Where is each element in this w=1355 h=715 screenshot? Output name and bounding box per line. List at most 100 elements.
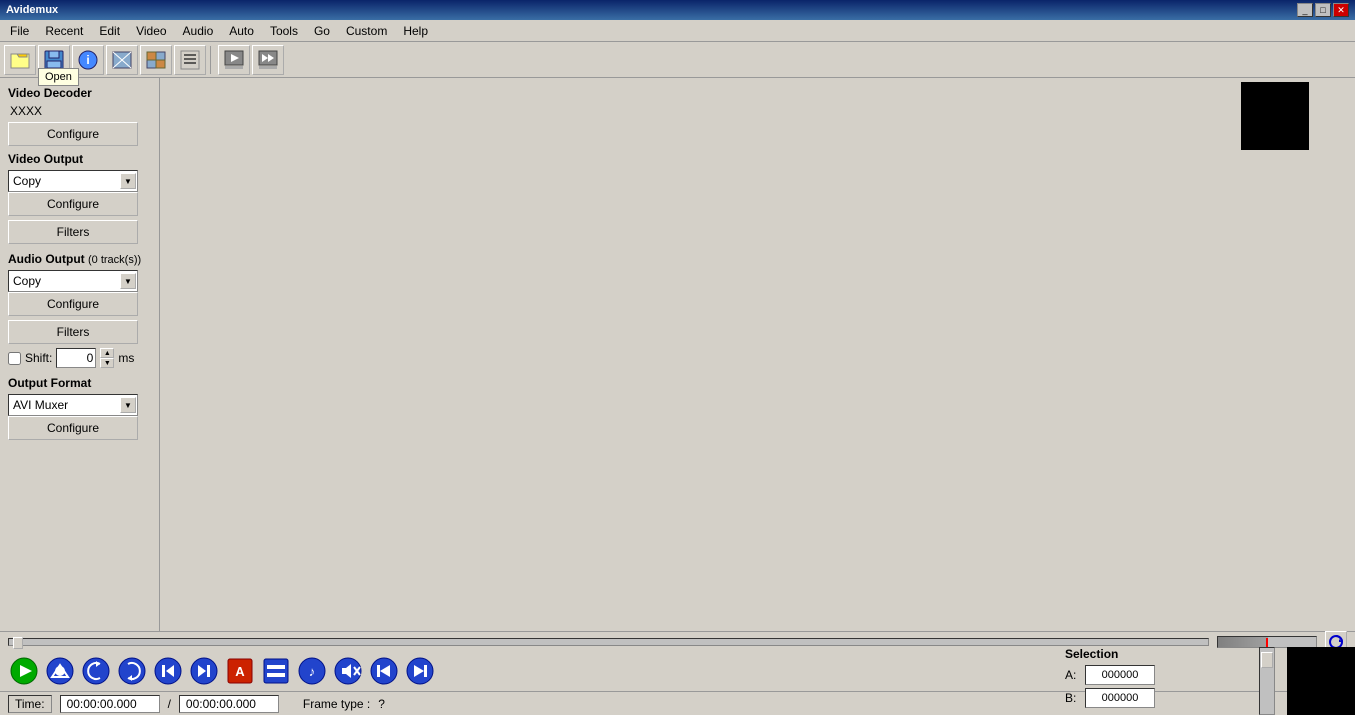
svg-text:i: i	[86, 53, 89, 67]
video-decoder-configure-button[interactable]: Configure	[8, 122, 138, 146]
menu-bar: File Recent Edit Video Audio Auto Tools …	[0, 20, 1355, 42]
selection-a-field[interactable]	[1085, 665, 1155, 685]
audio-output-configure-button[interactable]: Configure	[8, 292, 138, 316]
window-controls: _ □ ✕	[1297, 3, 1349, 17]
mute-icon	[334, 657, 362, 685]
output-format-dropdown[interactable]: AVI Muxer MKV Muxer MP4 Muxer OGM Muxer	[8, 394, 138, 416]
audio-output-dropdown[interactable]: Copy AAC MP3 AC3 Vorbis	[8, 270, 138, 292]
video-decoder-label: Video Decoder	[8, 86, 151, 100]
maximize-button[interactable]: □	[1315, 3, 1331, 17]
menu-audio[interactable]: Audio	[175, 22, 222, 40]
selection-b-label: B:	[1065, 691, 1081, 705]
next-frame-button[interactable]	[404, 656, 436, 686]
preview-play-icon	[223, 49, 245, 71]
selection-title: Selection	[1065, 647, 1185, 661]
preview-forward-icon	[257, 49, 279, 71]
right-preview-panel	[1195, 78, 1355, 715]
menu-auto[interactable]: Auto	[221, 22, 262, 40]
rewind-icon	[82, 657, 110, 685]
output-format-configure-button[interactable]: Configure	[8, 416, 138, 440]
volume-marker	[1266, 638, 1268, 648]
forward-button[interactable]	[116, 656, 148, 686]
menu-custom[interactable]: Custom	[338, 22, 395, 40]
output-icon	[179, 49, 201, 71]
time-separator: /	[168, 697, 171, 711]
menu-recent[interactable]: Recent	[37, 22, 91, 40]
volume-bar[interactable]	[1217, 636, 1317, 648]
time-label: Time:	[8, 695, 52, 713]
shift-input[interactable]	[56, 348, 96, 368]
video-output-dropdown[interactable]: Copy Xvid x264 x265 FFV1	[8, 170, 138, 192]
next-key-button[interactable]	[188, 656, 220, 686]
audio-track-button[interactable]: ♪	[296, 656, 328, 686]
menu-edit[interactable]: Edit	[91, 22, 128, 40]
audio-track-info: (0 track(s))	[88, 254, 141, 266]
menu-tools[interactable]: Tools	[262, 22, 306, 40]
menu-file[interactable]: File	[2, 22, 37, 40]
open-file-button[interactable]	[4, 45, 36, 75]
segment-button[interactable]	[260, 656, 292, 686]
seek-bar[interactable]	[8, 638, 1209, 646]
audio-output-label: Audio Output (0 track(s))	[8, 252, 151, 266]
prev-frame-icon	[370, 657, 398, 685]
rewind-button[interactable]	[80, 656, 112, 686]
vertical-slider[interactable]	[1259, 647, 1275, 715]
selection-a-label: A:	[1065, 668, 1081, 682]
codec-value: XXXX	[10, 104, 151, 118]
next-scene-button[interactable]	[140, 45, 172, 75]
stop-button[interactable]	[44, 656, 76, 686]
close-button[interactable]: ✕	[1333, 3, 1349, 17]
toolbar: i	[0, 42, 1355, 78]
volume-fill	[1218, 637, 1268, 647]
next-frame-icon	[406, 657, 434, 685]
menu-go[interactable]: Go	[306, 22, 338, 40]
audio-output-dropdown-container: Copy AAC MP3 AC3 Vorbis ▼	[8, 270, 138, 292]
selection-b-row: B:	[1065, 688, 1185, 708]
stop-icon	[46, 657, 74, 685]
output-format-dropdown-container: AVI Muxer MKV Muxer MP4 Muxer OGM Muxer …	[8, 394, 138, 416]
seek-thumb[interactable]	[13, 637, 23, 649]
preview-play-button[interactable]	[218, 45, 250, 75]
mark-a-button[interactable]: A	[224, 656, 256, 686]
shift-up-button[interactable]: ▲	[100, 348, 114, 358]
info-icon: i	[77, 49, 99, 71]
preview-black-box	[1241, 82, 1309, 150]
shift-checkbox[interactable]	[8, 352, 21, 365]
audio-output-filters-button[interactable]: Filters	[8, 320, 138, 344]
vertical-slider-thumb[interactable]	[1261, 652, 1273, 668]
video-output-filters-button[interactable]: Filters	[8, 220, 138, 244]
play-button[interactable]	[8, 656, 40, 686]
prev-frame-button[interactable]	[368, 656, 400, 686]
app-title: Avidemux	[6, 4, 58, 16]
open-file-icon	[9, 49, 31, 71]
toolbar-separator	[210, 46, 214, 74]
video-output-configure-button[interactable]: Configure	[8, 192, 138, 216]
frame-type-label: Frame type :	[303, 697, 370, 711]
menu-help[interactable]: Help	[395, 22, 436, 40]
selection-b-field[interactable]	[1085, 688, 1155, 708]
forward-icon	[118, 657, 146, 685]
segment-icon	[262, 657, 290, 685]
prev-key-button[interactable]	[152, 656, 184, 686]
shift-down-button[interactable]: ▼	[100, 358, 114, 368]
mute-button[interactable]	[332, 656, 364, 686]
next-scene-icon	[145, 49, 167, 71]
audio-track-icon: ♪	[298, 657, 326, 685]
output-button[interactable]	[174, 45, 206, 75]
mark-a-icon: A	[226, 657, 254, 685]
time-value: 00:00:00.000	[60, 695, 160, 713]
volume-control	[1217, 636, 1317, 648]
shift-label: Shift:	[25, 351, 52, 365]
svg-text:A: A	[235, 664, 245, 679]
selection-panel: Selection A: B:	[1065, 647, 1185, 711]
shift-spinner: ▲ ▼	[100, 348, 114, 368]
video-output-dropdown-container: Copy Xvid x264 x265 FFV1 ▼	[8, 170, 138, 192]
prev-scene-button[interactable]	[106, 45, 138, 75]
menu-video[interactable]: Video	[128, 22, 174, 40]
prev-key-icon	[154, 657, 182, 685]
center-panel	[160, 78, 1195, 715]
preview-forward-button[interactable]	[252, 45, 284, 75]
minimize-button[interactable]: _	[1297, 3, 1313, 17]
prev-scene-icon	[111, 49, 133, 71]
ms-unit-label: ms	[118, 351, 134, 365]
